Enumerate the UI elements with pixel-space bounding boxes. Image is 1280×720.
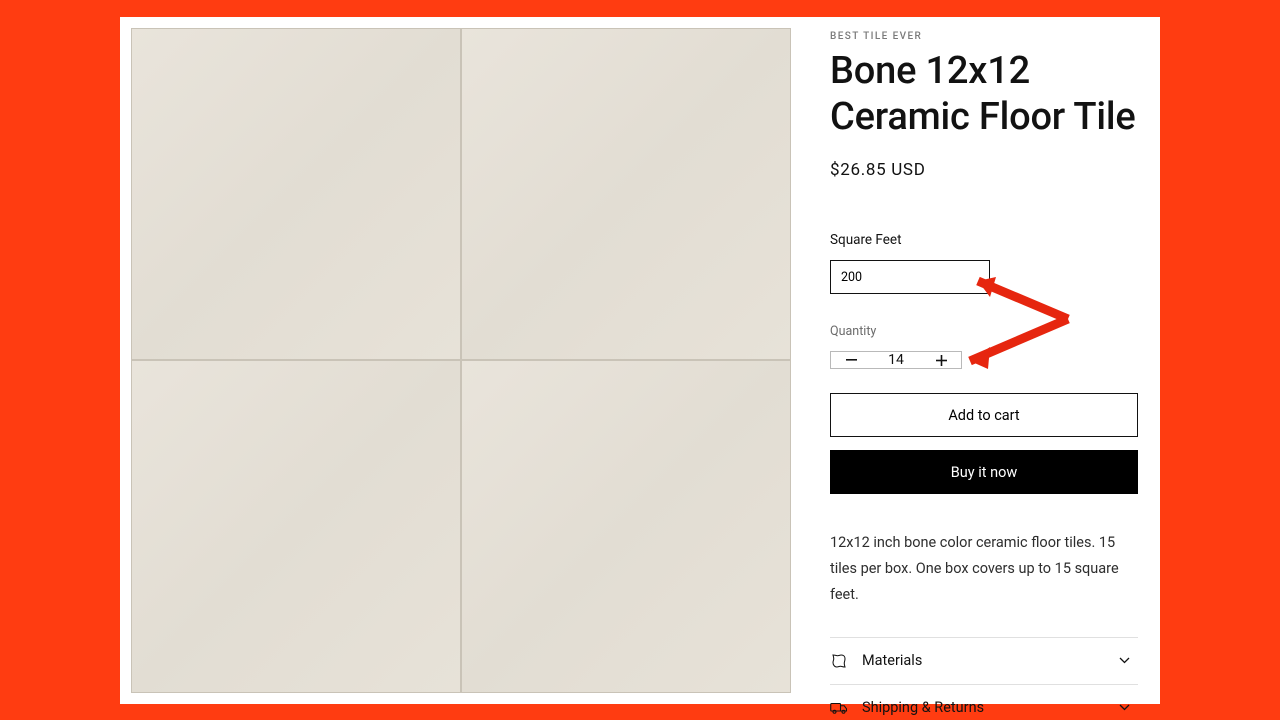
quantity-increment-button[interactable] [921, 352, 961, 368]
product-info: BEST TILE EVER Bone 12x12 Ceramic Floor … [791, 17, 1160, 704]
tile-quadrant [131, 28, 461, 361]
accordion-materials-label: Materials [862, 652, 922, 669]
square-feet-input[interactable] [830, 260, 990, 294]
accordion-shipping-label: Shipping & Returns [862, 699, 984, 716]
product-description: 12x12 inch bone color ceramic floor tile… [830, 530, 1138, 608]
product-card: BEST TILE EVER Bone 12x12 Ceramic Floor … [120, 17, 1160, 704]
minus-icon [846, 359, 857, 361]
square-feet-block: Square Feet [830, 232, 1138, 294]
accordion-shipping[interactable]: Shipping & Returns [830, 684, 1138, 720]
vendor-label: BEST TILE EVER [830, 31, 1138, 42]
quantity-value: 14 [871, 352, 921, 368]
truck-icon [830, 699, 848, 717]
buy-now-button[interactable]: Buy it now [830, 450, 1138, 494]
product-title: Bone 12x12 Ceramic Floor Tile [830, 48, 1138, 141]
product-image [131, 28, 791, 693]
add-to-cart-button[interactable]: Add to cart [830, 393, 1138, 437]
leather-icon [830, 652, 848, 670]
accordion: Materials Shipping & Returns [830, 637, 1138, 720]
tile-quadrant [131, 360, 461, 693]
tile-quadrant [461, 28, 791, 361]
quantity-label: Quantity [830, 324, 1138, 339]
quantity-stepper: 14 [830, 351, 962, 369]
quantity-decrement-button[interactable] [831, 352, 871, 368]
plus-icon [936, 355, 947, 366]
chevron-down-icon [1118, 655, 1130, 667]
square-feet-label: Square Feet [830, 232, 1138, 248]
tile-quadrant [461, 360, 791, 693]
button-row: Add to cart Buy it now [830, 393, 1138, 494]
product-price: $26.85 USD [830, 160, 1138, 180]
chevron-down-icon [1118, 702, 1130, 714]
accordion-materials[interactable]: Materials [830, 637, 1138, 684]
